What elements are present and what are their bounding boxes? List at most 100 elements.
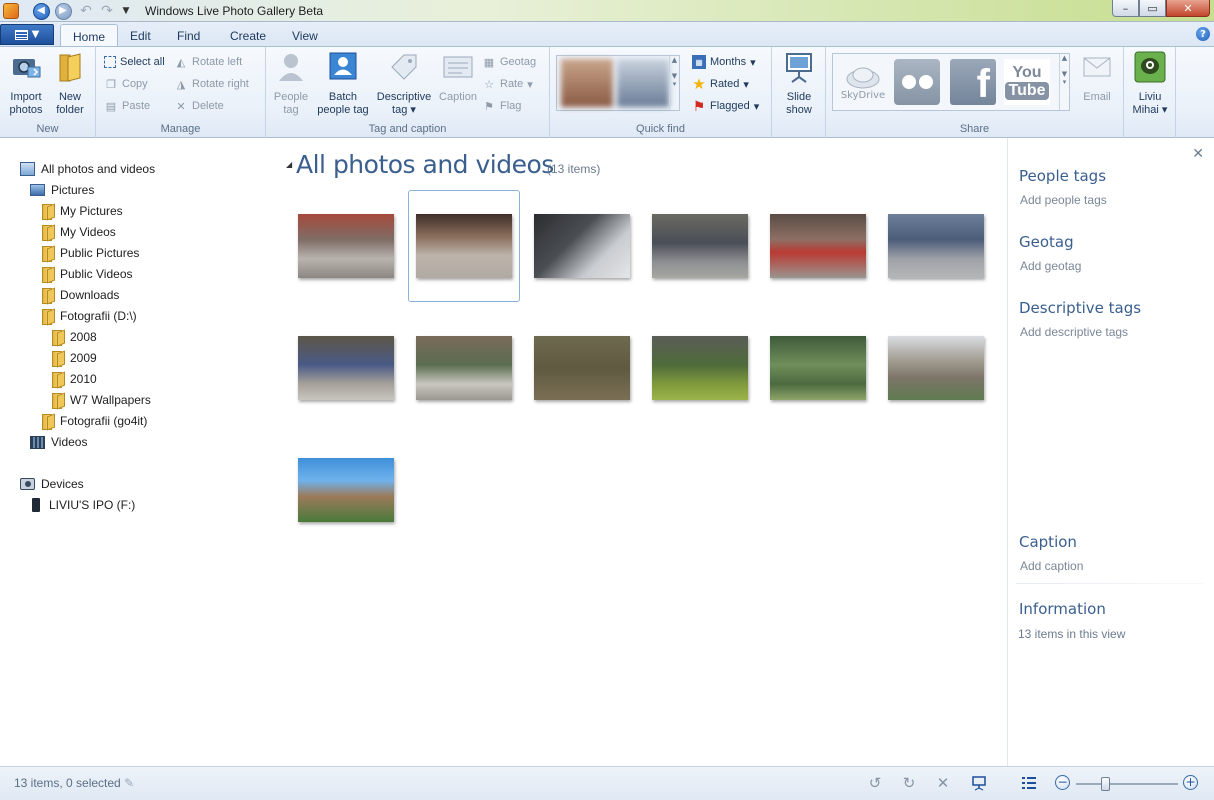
nav-my-pictures[interactable]: My Pictures [40,201,123,221]
add-people-tags-link[interactable]: Add people tags [1020,193,1107,207]
nav-public-videos[interactable]: Public Videos [40,264,133,284]
flag-button[interactable]: ⚑ Flag [482,97,521,115]
photo-thumbnail[interactable] [888,336,984,400]
photo-thumbnail[interactable] [416,214,512,278]
photo-thumbnail[interactable] [770,336,866,400]
gallery-scroll[interactable]: ▲ ▼ ▾ [669,56,679,110]
group-new: Import photos New folder New [0,47,96,138]
app-menu-button[interactable]: ▼ [0,24,54,45]
folder-icon [40,414,54,430]
rate-button[interactable]: ☆ Rate ▾ [482,75,533,93]
nav-downloads[interactable]: Downloads [40,285,119,305]
pencil-icon[interactable]: ✎ [124,776,134,790]
tab-view[interactable]: View [280,24,330,46]
new-folder-button[interactable]: New folder [50,51,90,117]
nav-ipod[interactable]: LIVIU'S IPO (F:) [32,495,135,515]
people-quick-find-gallery[interactable]: ▲ ▼ ▾ [556,55,680,111]
descriptive-tag-button[interactable]: Descriptive tag ▾ [374,51,434,117]
share-gallery-scroll[interactable]: ▲ ▼ ▾ [1059,54,1069,110]
photo-thumbnail[interactable] [770,214,866,278]
rotate-right-button[interactable]: ◮ Rotate right [174,75,249,93]
paste-button[interactable]: ▤ Paste [104,97,150,115]
select-all-button[interactable]: Select all [104,53,165,71]
photo-thumbnail[interactable] [888,214,984,278]
rotate-left-button[interactable]: ◭ Rotate left [174,53,242,71]
nav-fotografii-go4it[interactable]: Fotografii (go4it) [40,411,147,431]
nav-videos[interactable]: Videos [30,432,87,452]
tab-create[interactable]: Create [218,24,278,46]
months-button[interactable]: ▦ Months ▾ [692,53,756,71]
flickr-button[interactable] [893,58,941,106]
help-icon[interactable]: ? [1196,27,1210,41]
close-pane-icon[interactable]: ✕ [1192,146,1204,162]
app-icon[interactable] [3,3,19,19]
tab-find[interactable]: Find [165,24,212,46]
slideshow-icon[interactable] [970,774,988,792]
email-button[interactable]: Email [1076,51,1118,104]
copy-button[interactable]: ❐ Copy [104,75,148,93]
folder-icon [40,309,54,325]
skydrive-button[interactable]: SkyDrive [839,58,887,106]
youtube-button[interactable]: You Tube [1003,58,1051,106]
details-view-icon[interactable] [1020,774,1038,792]
delete-icon[interactable]: ✕ [934,774,952,792]
photo-thumbnail[interactable] [298,214,394,278]
flagged-button[interactable]: ⚑ Flagged ▾ [692,97,760,115]
nav-pictures[interactable]: Pictures [30,180,94,200]
caption-button[interactable]: Caption [436,51,480,104]
slideshow-button[interactable]: Slide show [778,51,820,117]
close-button[interactable]: ✕ [1166,0,1210,17]
rotate-left-icon[interactable]: ↺ [866,774,884,792]
collapse-triangle-icon[interactable]: ◢ [286,160,292,169]
nav-fotografii-d[interactable]: Fotografii (D:\) [40,306,137,326]
ipod-icon [32,498,40,512]
nav-public-pictures[interactable]: Public Pictures [40,243,139,263]
zoom-out-button[interactable]: − [1055,775,1070,790]
back-button[interactable]: ◀ [32,2,50,20]
photo-thumbnail[interactable] [652,214,748,278]
add-geotag-link[interactable]: Add geotag [1020,259,1081,273]
person-thumbnail[interactable] [617,59,669,107]
zoom-in-button[interactable]: + [1183,775,1198,790]
select-all-icon [104,56,116,68]
email-icon [1083,57,1111,77]
ribbon: Import photos New folder New Select all … [0,46,1214,138]
zoom-slider[interactable] [1076,777,1178,791]
person-thumbnail[interactable] [561,59,613,107]
photo-thumbnail[interactable] [298,458,394,522]
redo-icon[interactable]: ↷ [98,2,116,20]
add-descriptive-tags-link[interactable]: Add descriptive tags [1020,325,1128,339]
tab-edit[interactable]: Edit [118,24,163,46]
avatar-icon [1134,51,1166,83]
nav-2008[interactable]: 2008 [50,327,97,347]
minimize-button[interactable]: – [1112,0,1139,17]
rated-button[interactable]: ★ Rated ▾ [692,75,749,93]
nav-all-photos[interactable]: All photos and videos [20,159,155,179]
facebook-button[interactable]: f [949,58,997,106]
delete-button[interactable]: ✕ Delete [174,97,223,115]
rotate-right-icon[interactable]: ↻ [900,774,918,792]
add-caption-link[interactable]: Add caption [1020,559,1083,573]
photo-thumbnail[interactable] [534,336,630,400]
nav-devices[interactable]: Devices [20,474,84,494]
nav-w7-wallpapers[interactable]: W7 Wallpapers [50,390,151,410]
nav-2010[interactable]: 2010 [50,369,97,389]
user-account-button[interactable]: Liviu Mihai ▾ [1128,51,1172,117]
people-tag-button[interactable]: People tag [270,51,312,117]
photo-thumbnail[interactable] [298,336,394,400]
maximize-button[interactable]: ▭ [1139,0,1166,17]
nav-my-videos[interactable]: My Videos [40,222,116,242]
photo-thumbnail[interactable] [534,214,630,278]
zoom-slider-thumb[interactable] [1101,777,1110,791]
tab-home[interactable]: Home [60,24,119,46]
photo-thumbnail[interactable] [416,336,512,400]
nav-2009[interactable]: 2009 [50,348,97,368]
customize-toolbar-icon[interactable]: ▼ [117,2,135,20]
folder-icon [40,204,54,220]
geotag-button[interactable]: ▦ Geotag [482,53,536,71]
batch-people-tag-button[interactable]: Batch people tag [312,51,374,117]
undo-icon[interactable]: ↶ [77,2,95,20]
import-photos-button[interactable]: Import photos [4,51,48,117]
forward-button[interactable]: ▶ [54,2,72,20]
photo-thumbnail[interactable] [652,336,748,400]
